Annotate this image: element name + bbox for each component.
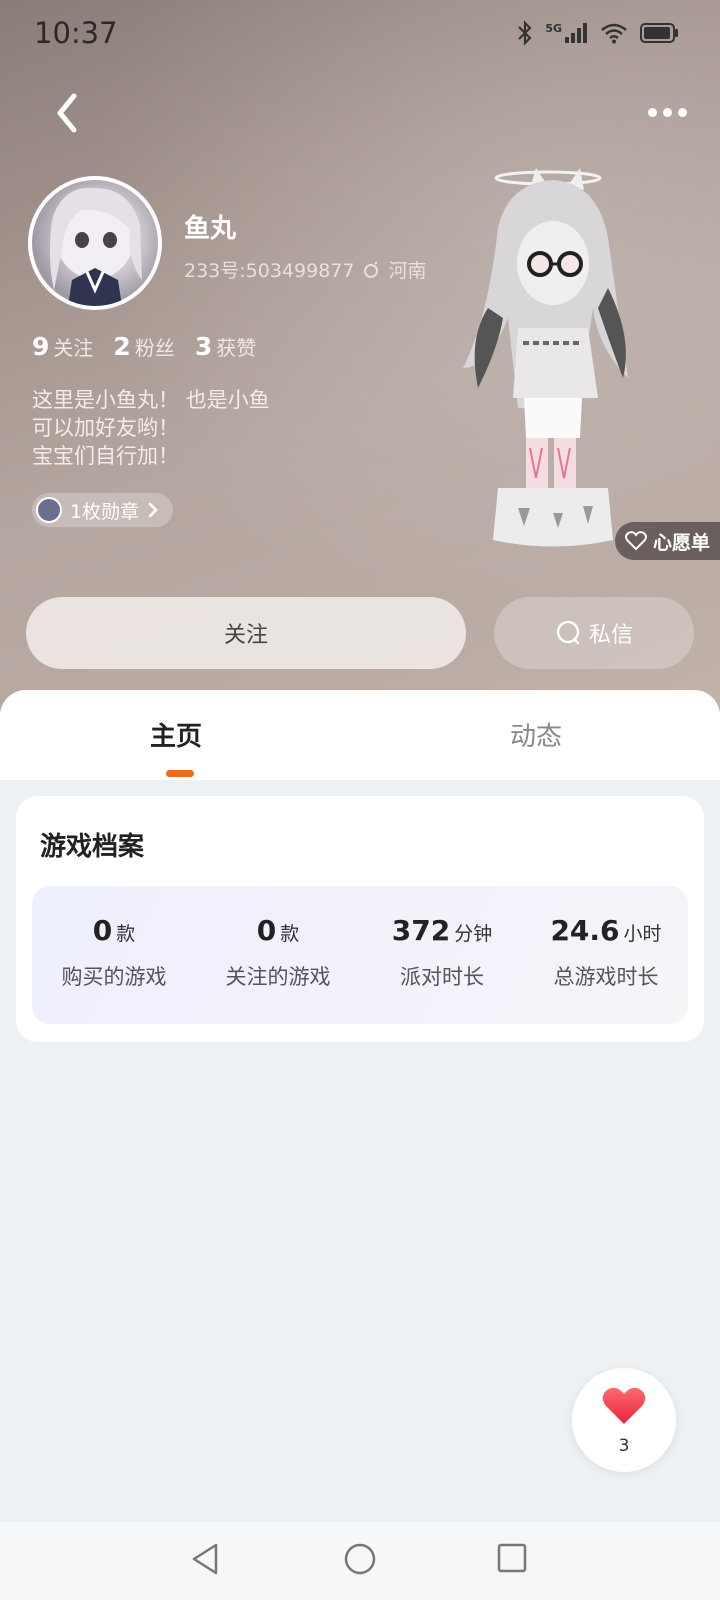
nav-home-icon[interactable]	[343, 1542, 377, 1576]
metric-value: 372	[391, 914, 451, 947]
metric-unit: 分钟	[454, 923, 493, 945]
metric-unit: 款	[280, 923, 300, 945]
status-time: 10:37	[34, 16, 118, 50]
metric-total-play-time[interactable]: 24.6 小时 总游戏时长	[524, 886, 688, 1024]
avatar-image	[49, 187, 142, 306]
more-dots-icon	[647, 107, 657, 117]
bio-line: 宝宝们自行加！	[32, 444, 179, 468]
wishlist-button[interactable]: 心愿单	[614, 522, 720, 560]
more-dot	[677, 107, 687, 117]
bluetooth-icon	[518, 20, 532, 46]
follow-button-label: 关注	[223, 623, 268, 648]
nav-back-icon[interactable]	[190, 1542, 220, 1576]
message-button-label: 私信	[588, 623, 633, 648]
stat-likes[interactable]: 3 获赞	[195, 332, 256, 361]
heart-icon	[602, 1387, 646, 1424]
metric-value: 0	[256, 914, 277, 947]
wishlist-label: 心愿单	[652, 531, 710, 554]
game-metrics: 0款 购买的游戏 0款 关注的游戏 372 分钟 派对时长 24.6 小时 总游戏时…	[32, 886, 688, 1024]
tab-home[interactable]: 主页	[150, 716, 202, 753]
stat-label: 粉丝	[134, 336, 175, 360]
more-options-button[interactable]	[642, 96, 692, 128]
metric-followed-games[interactable]: 0款 关注的游戏	[196, 886, 360, 1024]
wifi-icon	[601, 23, 627, 44]
status-icons: 5G	[517, 20, 680, 46]
metric-label: 购买的游戏	[61, 965, 167, 989]
bio-line: 可以加好友哟！	[32, 416, 179, 440]
floating-like-button[interactable]: 3	[572, 1368, 676, 1472]
metric-label: 关注的游戏	[225, 965, 331, 989]
metric-value: 24.6	[550, 914, 620, 947]
user-id-row: 233号:503499877 河南	[184, 256, 426, 283]
battery-icon	[640, 23, 678, 43]
medal-badge-button[interactable]: 1枚勋章	[32, 493, 174, 527]
tab-active-indicator	[166, 770, 194, 777]
avatar[interactable]	[28, 176, 162, 310]
network-type-label: 5G	[545, 21, 562, 35]
metric-value: 0	[92, 914, 113, 947]
metric-unit: 小时	[623, 923, 662, 945]
stat-followers[interactable]: 2 粉丝	[113, 332, 174, 361]
chevron-right-icon	[148, 502, 158, 518]
metric-label: 派对时长	[400, 965, 484, 989]
metric-purchased-games[interactable]: 0款 购买的游戏	[32, 886, 196, 1024]
metric-unit: 款	[116, 923, 136, 945]
tab-bar: 主页 动态	[0, 690, 720, 780]
chat-bubble-icon	[556, 620, 580, 645]
username: 鱼丸	[184, 214, 237, 244]
bio: 这里是小鱼丸！ 也是小鱼 可以加好友哟！ 宝宝们自行加！	[32, 386, 270, 470]
metric-party-duration[interactable]: 372 分钟 派对时长	[360, 886, 524, 1024]
metric-label: 总游戏时长	[553, 965, 659, 989]
chevron-left-icon	[57, 93, 77, 133]
signal-icon	[565, 23, 587, 43]
message-button[interactable]: 私信	[494, 597, 694, 669]
stat-value: 2	[113, 332, 131, 361]
profile-stats: 9 关注 2 粉丝 3 获赞	[32, 332, 256, 361]
medal-icon	[36, 497, 62, 523]
stat-label: 获赞	[216, 336, 257, 360]
location-icon	[364, 260, 379, 278]
tab-activity[interactable]: 动态	[510, 716, 562, 753]
game-profile-card: 游戏档案 0款 购买的游戏 0款 关注的游戏 372 分钟 派对时长 24.6 小时…	[16, 796, 704, 1042]
nav-recents-icon[interactable]	[496, 1542, 528, 1574]
stat-value: 9	[32, 332, 50, 361]
status-bar: 10:37 5G	[0, 0, 720, 70]
user-location: 河南	[388, 260, 427, 282]
more-dot	[662, 107, 672, 117]
stat-label: 关注	[53, 336, 94, 360]
follow-button[interactable]: 关注	[26, 597, 466, 669]
medal-badge-label: 1枚勋章	[70, 500, 140, 523]
stat-following[interactable]: 9 关注	[32, 332, 93, 361]
character-figure-image	[463, 168, 628, 547]
heart-outline-icon	[624, 531, 647, 551]
game-profile-title: 游戏档案	[40, 832, 145, 862]
user-id: 233号:503499877	[184, 260, 355, 282]
avatar-3d-figure[interactable]	[458, 168, 648, 560]
back-button[interactable]	[48, 90, 88, 136]
system-navigation-bar	[0, 1522, 720, 1600]
bio-line: 这里是小鱼丸！ 也是小鱼	[32, 388, 270, 412]
like-count: 3	[618, 1436, 630, 1456]
stat-value: 3	[194, 332, 213, 361]
